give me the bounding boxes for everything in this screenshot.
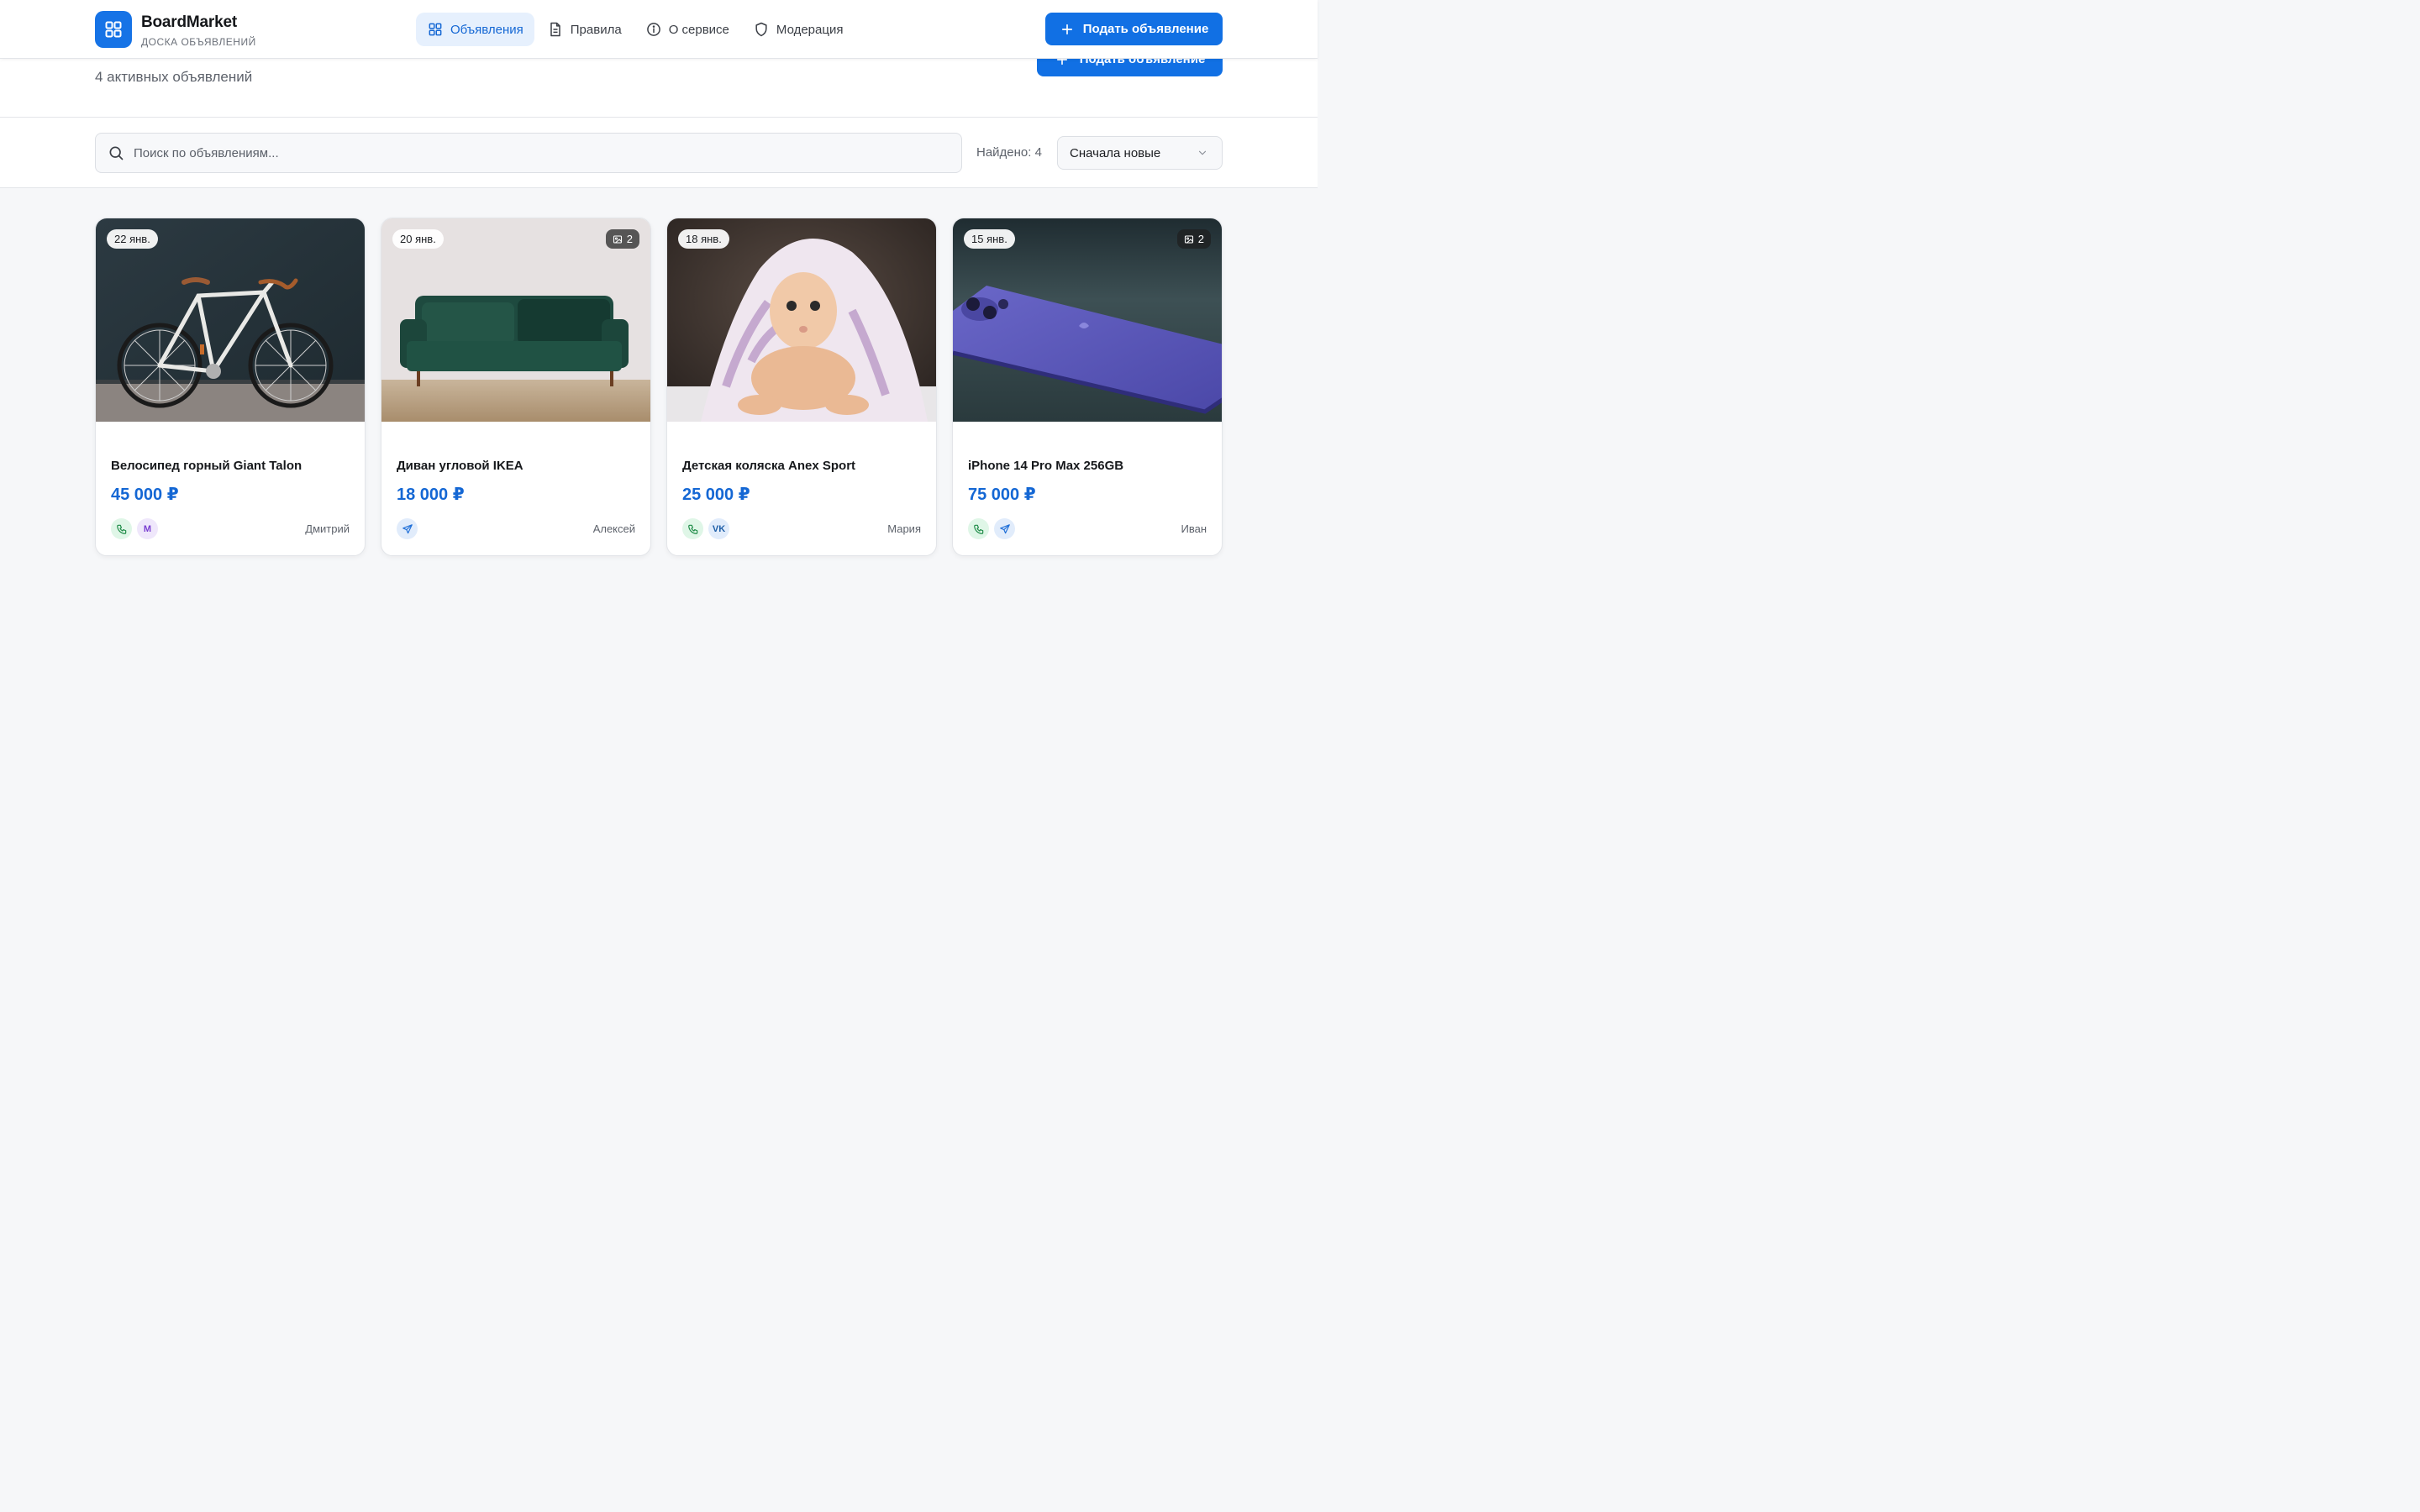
logo[interactable] (95, 11, 132, 48)
phone-icon (973, 524, 983, 534)
telegram-contact[interactable] (397, 518, 418, 539)
phone-icon (687, 524, 697, 534)
post-ad-button[interactable]: Подать объявление (1045, 13, 1223, 45)
post-ad-label: Подать объявление (1082, 22, 1209, 36)
max-contact[interactable]: M (137, 518, 158, 539)
top-navigation-bar: BoardMarket ДОСКА ОБЪЯВЛЕНИЙ Объявления … (0, 0, 1318, 59)
listing-photo[interactable]: 18 янв. (667, 218, 936, 422)
image-icon (1184, 234, 1193, 244)
seller-name: Иван (1181, 522, 1207, 535)
date-badge: 20 янв. (392, 229, 444, 249)
grid-icon (429, 23, 442, 36)
main-nav: Объявления Правила О сервисе Модерация (416, 13, 855, 46)
contact-methods (968, 518, 1015, 539)
listing-price: 25 000 ₽ (682, 486, 750, 504)
document-icon (550, 22, 560, 37)
bicycle-photo (96, 218, 365, 422)
listing-photo[interactable]: 22 янв. (96, 218, 365, 422)
sort-select[interactable]: Сначала новые (1057, 136, 1223, 170)
send-icon (999, 523, 1010, 533)
search-icon (109, 146, 124, 160)
nav-item-listings[interactable]: Объявления (416, 13, 534, 46)
plus-icon (1061, 24, 1072, 34)
image-count: 2 (626, 233, 633, 245)
baby-photo (667, 218, 936, 422)
active-count-text: 4 активных объявлений (95, 69, 253, 85)
search-box[interactable] (95, 133, 962, 173)
phone-contact[interactable] (968, 518, 989, 539)
listing-photo[interactable]: 20 янв. 2 (381, 218, 650, 422)
send-icon (402, 523, 413, 533)
nav-item-rules[interactable]: Правила (536, 13, 633, 46)
shield-icon (755, 22, 767, 37)
grid-logo-icon (105, 21, 122, 38)
page-subheader: Подать объявление 4 активных объявлений (0, 42, 1318, 118)
contact-methods: VK (682, 518, 729, 539)
listing-card[interactable]: 20 янв. 2 Диван угловой IKEA 18 000 ₽ Ал… (381, 218, 651, 556)
iphone-photo (953, 218, 1222, 422)
nav-item-moderation[interactable]: Модерация (742, 13, 855, 46)
image-icon (613, 234, 622, 244)
chevron-down-icon (1198, 150, 1207, 155)
listing-photo[interactable]: 15 янв. 2 (953, 218, 1222, 422)
listing-card[interactable]: 22 янв. Велосипед горный Giant Talon 45 … (95, 218, 366, 556)
image-count-badge: 2 (605, 229, 639, 249)
listing-title[interactable]: Диван угловой IKEA (397, 459, 523, 473)
seller-name: Алексей (592, 522, 635, 535)
info-icon (646, 23, 660, 36)
nav-item-label: Модерация (776, 22, 844, 37)
phone-contact[interactable] (111, 518, 132, 539)
listing-title[interactable]: Велосипед горный Giant Talon (111, 459, 302, 473)
phone-icon (116, 524, 126, 534)
listing-price: 75 000 ₽ (968, 486, 1036, 504)
sort-value: Сначала новые (1070, 145, 1161, 160)
brand-tagline: ДОСКА ОБЪЯВЛЕНИЙ (141, 36, 256, 48)
phone-contact[interactable] (682, 518, 703, 539)
search-input[interactable] (134, 145, 890, 160)
results-count: Найдено: 4 (976, 145, 1042, 160)
filter-bar: Найдено: 4 Сначала новые (0, 118, 1318, 188)
telegram-contact[interactable] (994, 518, 1015, 539)
listing-title[interactable]: iPhone 14 Pro Max 256GB (968, 459, 1123, 473)
listing-price: 45 000 ₽ (111, 486, 179, 504)
contact-methods: M (111, 518, 158, 539)
vk-contact[interactable]: VK (708, 518, 729, 539)
sofa-photo (381, 218, 650, 422)
listings-grid: 22 янв. Велосипед горный Giant Talon 45 … (95, 218, 1223, 556)
image-count: 2 (1197, 233, 1204, 245)
date-badge: 22 янв. (107, 229, 158, 249)
listing-title[interactable]: Детская коляска Anex Sport (682, 459, 855, 473)
date-badge: 15 янв. (964, 229, 1015, 249)
brand-name[interactable]: BoardMarket (141, 13, 237, 32)
image-count-badge: 2 (1176, 229, 1211, 249)
listing-card[interactable]: 15 янв. 2 iPhone 14 Pro Max 256GB 75 000… (952, 218, 1223, 556)
seller-name: Мария (887, 522, 921, 535)
listing-price: 18 000 ₽ (397, 486, 465, 504)
nav-item-about[interactable]: О сервисе (634, 13, 740, 46)
nav-item-label: О сервисе (668, 22, 729, 37)
nav-item-label: Правила (570, 22, 622, 37)
seller-name: Дмитрий (305, 522, 350, 535)
listing-card[interactable]: 18 янв. Детская коляска Anex Sport 25 00… (666, 218, 937, 556)
nav-item-label: Объявления (450, 22, 523, 37)
contact-methods (397, 518, 418, 539)
date-badge: 18 янв. (678, 229, 729, 249)
